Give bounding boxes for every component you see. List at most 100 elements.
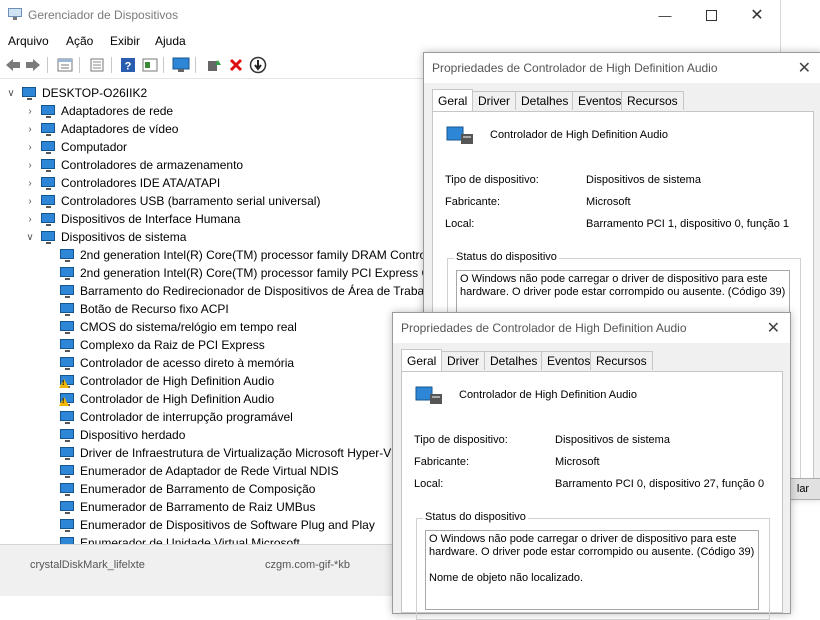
disable-device-button[interactable] [249, 56, 267, 74]
system-device-icon [60, 302, 76, 316]
tree-category-item[interactable]: › Controladores de armazenamento [25, 156, 243, 174]
status-group: Status do dispositivo O Windows não pode… [416, 511, 770, 620]
tree-device-item[interactable]: 2nd generation Intel(R) Core(TM) process… [44, 264, 430, 282]
tab-eventos[interactable]: Eventos [572, 91, 628, 110]
window-title: Gerenciador de Dispositivos [28, 8, 179, 22]
expand-chevron-right-icon[interactable]: › [25, 178, 35, 189]
tree-device-item[interactable]: Controlador de acesso direto à memória [44, 354, 294, 372]
tree-item-label: Enumerador de Barramento de Raiz UMBus [80, 500, 316, 514]
tree-device-item[interactable]: ! Controlador de High Definition Audio [44, 390, 274, 408]
tab-geral[interactable]: Geral [401, 349, 443, 371]
tree-category-item[interactable]: › Adaptadores de vídeo [25, 120, 178, 138]
tree-category-item[interactable]: › Computador [25, 138, 127, 156]
forward-button[interactable] [24, 56, 42, 74]
scan-hardware-button[interactable] [172, 56, 190, 74]
tree-device-item[interactable]: Barramento do Redirecionador de Disposit… [44, 282, 430, 300]
system-device-icon [60, 266, 76, 280]
tree-device-item[interactable]: Driver de Infraestrutura de Virtualizaçã… [44, 444, 391, 462]
tree-device-item[interactable]: Enumerador de Barramento de Raiz UMBus [44, 498, 315, 516]
tree-device-item[interactable]: Controlador de interrupção programável [44, 408, 293, 426]
device-type-label: Tipo de dispositivo: [445, 174, 539, 186]
tree-category-item[interactable]: › Adaptadores de rede [25, 102, 173, 120]
close-icon: ✕ [750, 7, 764, 24]
tree-root-computer[interactable]: ∨ DESKTOP-O26IIK2 [6, 84, 147, 102]
disable-device-icon [249, 56, 267, 74]
tree-category-item[interactable]: › Controladores USB (barramento serial un… [25, 192, 320, 210]
category-icon [41, 176, 57, 190]
expand-chevron-right-icon[interactable]: › [25, 142, 35, 153]
close-icon[interactable]: ✕ [798, 58, 811, 78]
tree-device-item[interactable]: Complexo da Raiz de PCI Express [44, 336, 265, 354]
device-manager-app-icon [8, 8, 22, 20]
status-textbox[interactable]: O Windows não pode carregar o driver de … [425, 530, 759, 610]
expand-chevron-down-icon[interactable]: ∨ [25, 232, 35, 243]
enable-device-button[interactable] [205, 56, 223, 74]
category-icon [41, 104, 57, 118]
tree-device-item[interactable]: Enumerador de Dispositivos de Software P… [44, 516, 375, 534]
svg-text:?: ? [125, 61, 132, 73]
tab-recursos[interactable]: Recursos [590, 351, 653, 370]
device-type-value: Dispositivos de sistema [555, 434, 670, 446]
menu-exibir[interactable]: Exibir [110, 34, 140, 48]
tree-item-label: Dispositivos de Interface Humana [61, 212, 241, 226]
tab-detalhes[interactable]: Detalhes [515, 91, 575, 110]
tree-category-item[interactable]: › Dispositivos de Interface Humana [25, 210, 240, 228]
tab-recursos[interactable]: Recursos [621, 91, 684, 110]
menu-acao[interactable]: Ação [66, 34, 93, 48]
tab-driver[interactable]: Driver [472, 91, 516, 110]
tree-category-item[interactable]: › Controladores IDE ATA/ATAPI [25, 174, 220, 192]
expand-chevron-right-icon[interactable]: › [25, 106, 35, 117]
help-icon: ? [121, 58, 135, 73]
tab-detalhes[interactable]: Detalhes [484, 351, 544, 370]
dialog-title-bar: Propriedades de Controlador de High Defi… [424, 53, 820, 83]
expand-chevron-down-icon[interactable]: ∨ [6, 88, 16, 99]
expand-chevron-right-icon[interactable]: › [25, 160, 35, 171]
close-button[interactable]: ✕ [734, 0, 780, 30]
tab-geral[interactable]: Geral [432, 89, 474, 111]
category-icon [41, 194, 57, 208]
tree-device-item[interactable]: Enumerador de Adaptador de Rede Virtual … [44, 462, 339, 480]
expand-chevron-right-icon[interactable]: › [25, 196, 35, 207]
minimize-button[interactable]: — [642, 0, 688, 30]
enable-device-icon [208, 60, 221, 71]
show-hidden-button[interactable] [141, 56, 159, 74]
tree-device-item[interactable]: Enumerador de Barramento de Composição [44, 480, 315, 498]
maximize-button[interactable] [688, 0, 734, 30]
minimize-icon: — [658, 7, 672, 23]
close-icon[interactable]: ✕ [767, 318, 780, 338]
help-button[interactable]: ? [119, 56, 137, 74]
taskbar-fragment-2: czgm.com-gif-*kb [265, 559, 350, 571]
tab-driver[interactable]: Driver [441, 351, 485, 370]
tree-item-label: 2nd generation Intel(R) Core(TM) process… [80, 248, 427, 262]
forward-icon [26, 59, 40, 71]
tree-item-label: Computador [61, 140, 128, 154]
menu-ajuda[interactable]: Ajuda [155, 34, 186, 48]
tree-device-item[interactable]: 2nd generation Intel(R) Core(TM) process… [44, 246, 426, 264]
system-device-icon [60, 428, 76, 442]
tree-category-item[interactable]: ∨ Dispositivos de sistema [25, 228, 186, 246]
tree-item-label: CMOS do sistema/relógio em tempo real [80, 320, 297, 334]
tree-device-item[interactable]: Botão de Recurso fixo ACPI [44, 300, 229, 318]
tree-item-label: Driver de Infraestrutura de Virtualizaçã… [80, 446, 392, 460]
dialog-title-bar: Propriedades de Controlador de High Defi… [393, 313, 790, 343]
dialog-title: Propriedades de Controlador de High Defi… [432, 61, 718, 75]
manufacturer-value: Microsoft [555, 456, 600, 468]
uninstall-icon [229, 58, 243, 72]
tree-item-label: Controladores IDE ATA/ATAPI [61, 176, 221, 190]
show-tree-button[interactable] [56, 56, 74, 74]
expand-chevron-right-icon[interactable]: › [25, 124, 35, 135]
tree-item-label: Dispositivos de sistema [61, 230, 187, 244]
uninstall-button[interactable] [227, 56, 245, 74]
back-button[interactable] [4, 56, 22, 74]
tree-device-item[interactable]: Dispositivo herdado [44, 426, 185, 444]
tab-eventos[interactable]: Eventos [541, 351, 597, 370]
tree-device-item[interactable]: CMOS do sistema/relógio em tempo real [44, 318, 297, 336]
manufacturer-label: Fabricante: [414, 456, 470, 468]
system-device-icon [60, 320, 76, 334]
update-button[interactable] [88, 56, 106, 74]
expand-chevron-right-icon[interactable]: › [25, 214, 35, 225]
tree-device-item[interactable]: ! Controlador de High Definition Audio [44, 372, 274, 390]
tree-device-item[interactable]: Enumerador de Unidade Virtual Microsoft [44, 534, 300, 544]
device-tree[interactable]: ∨ DESKTOP-O26IIK2 › Adaptadores de rede › Ada… [0, 82, 430, 544]
menu-arquivo[interactable]: Arquivo [8, 34, 49, 48]
